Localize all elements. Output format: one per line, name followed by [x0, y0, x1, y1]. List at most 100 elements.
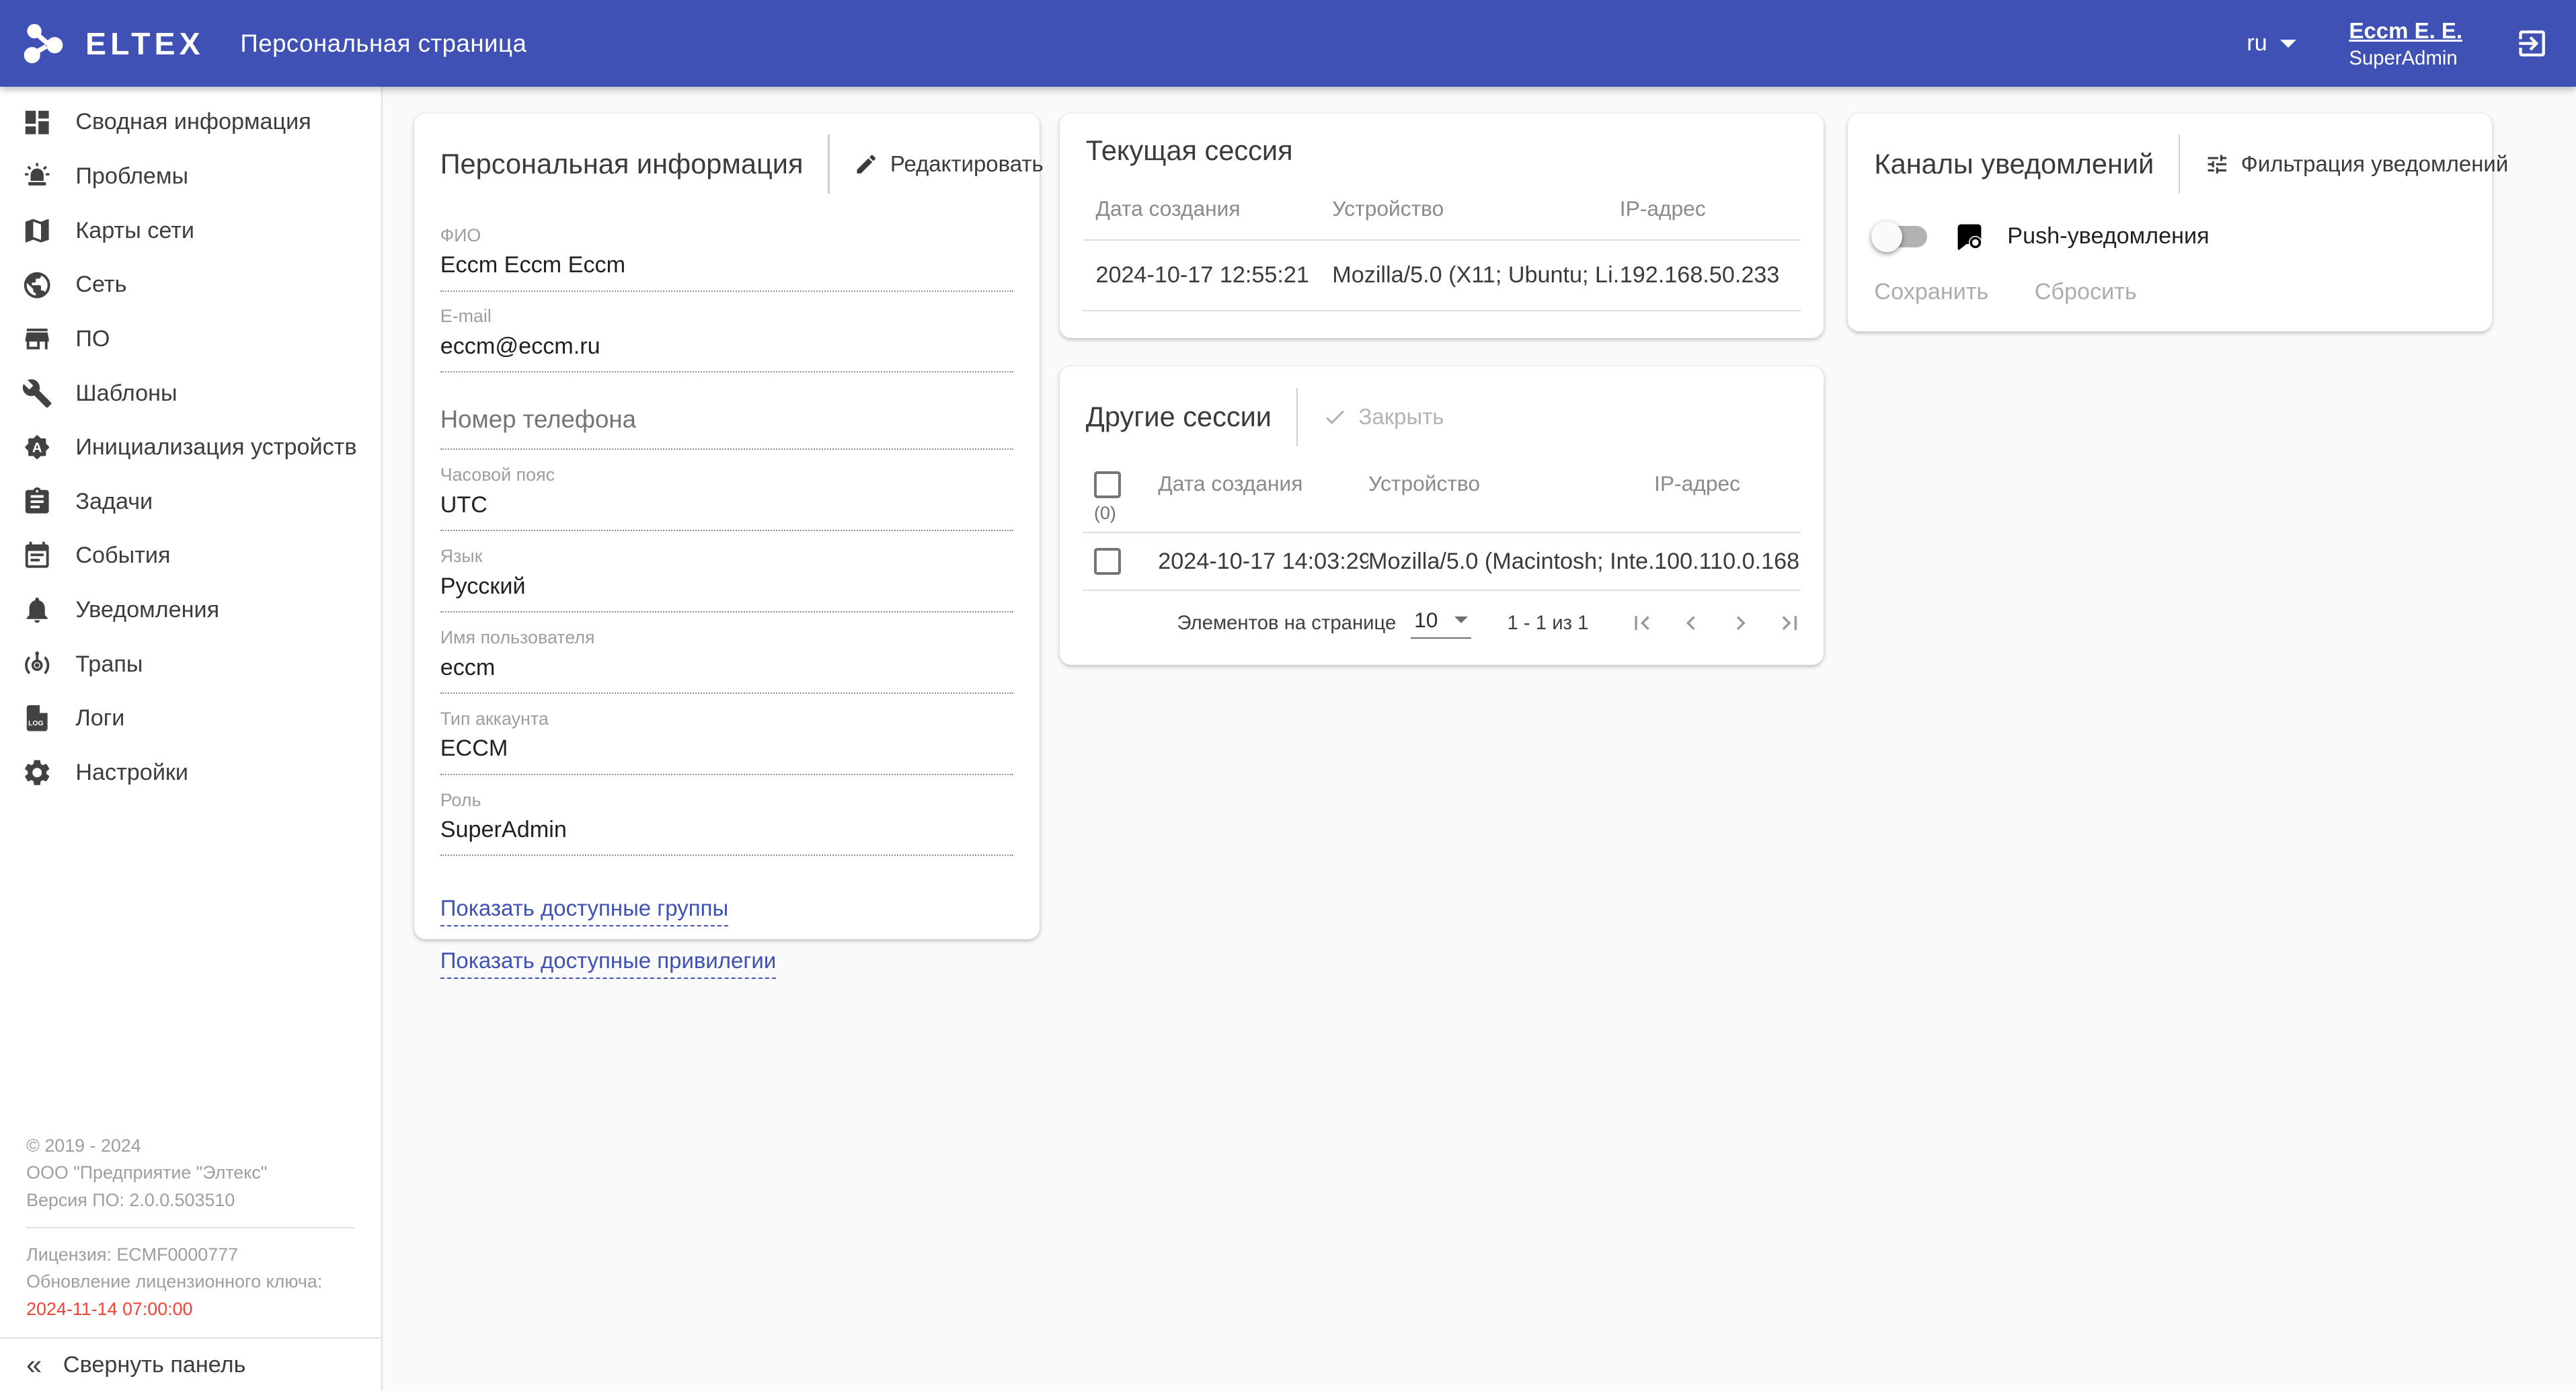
- close-sessions-label: Закрыть: [1358, 404, 1444, 430]
- column-device: Устройство: [1332, 196, 1620, 221]
- field-label: Роль: [440, 790, 1014, 811]
- field-value: Русский: [440, 567, 1014, 612]
- table-header-row: (0) Дата создания Устройство IP-адрес: [1083, 461, 1801, 533]
- field-value: ECCM: [440, 729, 1014, 775]
- row-select-column: [1083, 548, 1158, 575]
- sidebar-item-summary[interactable]: Сводная информация: [0, 95, 381, 150]
- field-value: Eccm Eccm Eccm: [440, 246, 1014, 292]
- sidebar-item-problems[interactable]: Проблемы: [0, 149, 381, 204]
- next-page-button[interactable]: [1727, 609, 1755, 637]
- table-row: 2024-10-17 14:03:29 Mozilla/5.0 (Macinto…: [1083, 533, 1801, 591]
- sidebar-item-settings[interactable]: Настройки: [0, 746, 381, 800]
- field-label: Тип аккаунта: [440, 709, 1014, 729]
- show-groups-link[interactable]: Показать доступные группы: [440, 896, 728, 926]
- sidebar: Сводная информация Проблемы Карты сети С…: [0, 87, 383, 1391]
- notification-channels-header: Каналы уведомлений Фильтрация уведомлени…: [1848, 114, 2492, 209]
- page-title: Персональная страница: [240, 30, 526, 58]
- items-per-page-value: 10: [1414, 608, 1438, 633]
- first-page-icon: [1628, 609, 1656, 637]
- notification-actions: Сохранить Сбросить: [1848, 251, 2492, 306]
- field-label: ФИО: [440, 225, 1014, 246]
- double-chevron-left-icon: «: [26, 1351, 42, 1379]
- field-label: Часовой пояс: [440, 465, 1014, 485]
- logout-button[interactable]: [2515, 26, 2549, 61]
- row-checkbox[interactable]: [1094, 548, 1121, 575]
- collapse-panel-button[interactable]: « Свернуть панель: [0, 1337, 381, 1391]
- copyright-text: © 2019 - 2024: [26, 1132, 355, 1159]
- body-row: Сводная информация Проблемы Карты сети С…: [0, 87, 2576, 1391]
- push-toggle[interactable]: [1874, 226, 1926, 247]
- sidebar-item-templates[interactable]: Шаблоны: [0, 366, 381, 421]
- sidebar-item-label: Сводная информация: [75, 109, 311, 135]
- push-toggle-knob: [1871, 221, 1902, 252]
- header-divider: [1296, 388, 1298, 447]
- close-sessions-button[interactable]: Закрыть: [1323, 404, 1444, 430]
- items-per-page-select[interactable]: 10: [1411, 608, 1471, 639]
- sidebar-item-label: Задачи: [75, 489, 153, 515]
- sidebar-footer: © 2019 - 2024 ООО "Предприятие "Элтекс" …: [0, 1132, 381, 1322]
- company-text: ООО "Предприятие "Элтекс": [26, 1159, 355, 1186]
- check-icon: [1323, 405, 1348, 430]
- sidebar-item-tasks[interactable]: Задачи: [0, 475, 381, 529]
- reset-button[interactable]: Сбросить: [2035, 279, 2137, 305]
- version-text: Версия ПО: 2.0.0.503510: [26, 1187, 355, 1214]
- save-button[interactable]: Сохранить: [1874, 279, 1988, 305]
- select-all-column: (0): [1083, 471, 1158, 524]
- column-ip: IP-адрес: [1654, 471, 1800, 496]
- sidebar-item-network-maps[interactable]: Карты сети: [0, 204, 381, 258]
- notification-filter-button[interactable]: Фильтрация уведомлений: [2205, 151, 2508, 177]
- sidebar-item-label: Трапы: [75, 651, 143, 678]
- top-right-cluster: ru Eccm E. E. SuperAdmin: [2247, 17, 2549, 70]
- prev-page-button[interactable]: [1677, 609, 1705, 637]
- logo-text: ELTEX: [85, 26, 204, 62]
- table-row: 2024-10-17 12:55:21 Mozilla/5.0 (X11; Ub…: [1083, 241, 1801, 311]
- sidebar-item-events[interactable]: События: [0, 529, 381, 584]
- language-selector[interactable]: ru: [2247, 30, 2296, 56]
- other-sessions-table: (0) Дата создания Устройство IP-адрес 20…: [1083, 461, 1801, 591]
- sidebar-item-logs[interactable]: LOG Логи: [0, 691, 381, 746]
- field-username: Имя пользователя eccm: [440, 627, 1014, 694]
- field-language: Язык Русский: [440, 546, 1014, 612]
- sessions-column: Текущая сессия Дата создания Устройство …: [1060, 114, 1824, 666]
- field-value: UTC: [440, 485, 1014, 531]
- other-sessions-title: Другие сессии: [1086, 401, 1272, 433]
- license-text: Лицензия: ECMF0000777: [26, 1241, 355, 1268]
- last-page-button[interactable]: [1776, 609, 1804, 637]
- user-name-link[interactable]: Eccm E. E.: [2349, 17, 2462, 44]
- sidebar-item-label: События: [75, 543, 170, 569]
- field-value: eccm: [440, 648, 1014, 694]
- pencil-icon: [854, 152, 879, 177]
- eltex-logo[interactable]: ELTEX: [22, 22, 204, 66]
- edit-button[interactable]: Редактировать: [854, 151, 1043, 177]
- chevron-left-icon: [1677, 609, 1705, 637]
- field-account-type: Тип аккаунта ECCM: [440, 709, 1014, 775]
- sidebar-item-device-init[interactable]: A Инициализация устройств: [0, 420, 381, 475]
- sidebar-item-label: Карты сети: [75, 218, 194, 244]
- sidebar-item-software[interactable]: ПО: [0, 312, 381, 366]
- sidebar-item-label: Шаблоны: [75, 381, 177, 407]
- column-created: Дата создания: [1158, 471, 1368, 496]
- sidebar-item-notifications[interactable]: Уведомления: [0, 583, 381, 637]
- auto-init-icon: A: [22, 432, 52, 463]
- user-menu[interactable]: Eccm E. E. SuperAdmin: [2349, 17, 2462, 70]
- sidebar-item-network[interactable]: Сеть: [0, 258, 381, 313]
- personal-info-title: Персональная информация: [440, 148, 804, 180]
- session-created: 2024-10-17 14:03:29: [1158, 549, 1368, 575]
- session-ip: 100.110.0.168: [1654, 549, 1800, 575]
- show-privileges-link[interactable]: Показать доступные привилегии: [440, 948, 777, 979]
- sidebar-item-traps[interactable]: Трапы: [0, 637, 381, 692]
- sidebar-item-label: Инициализация устройств: [75, 434, 356, 461]
- session-device: Mozilla/5.0 (Macintosh; Inte...: [1368, 549, 1654, 575]
- chevron-down-icon: [2280, 40, 2296, 48]
- push-notification-icon: [1955, 222, 1984, 251]
- field-value: SuperAdmin: [440, 811, 1014, 857]
- clipboard-icon: [22, 486, 52, 517]
- personal-links: Показать доступные группы Показать досту…: [414, 871, 1040, 979]
- sidebar-item-label: ПО: [75, 326, 110, 352]
- first-page-button[interactable]: [1628, 609, 1656, 637]
- table-header-row: Дата создания Устройство IP-адрес: [1083, 182, 1801, 241]
- license-update-label: Обновление лицензионного ключа:: [26, 1268, 355, 1295]
- select-all-checkbox[interactable]: [1094, 471, 1121, 498]
- column-created: Дата создания: [1083, 196, 1332, 221]
- session-created: 2024-10-17 12:55:21: [1083, 262, 1332, 288]
